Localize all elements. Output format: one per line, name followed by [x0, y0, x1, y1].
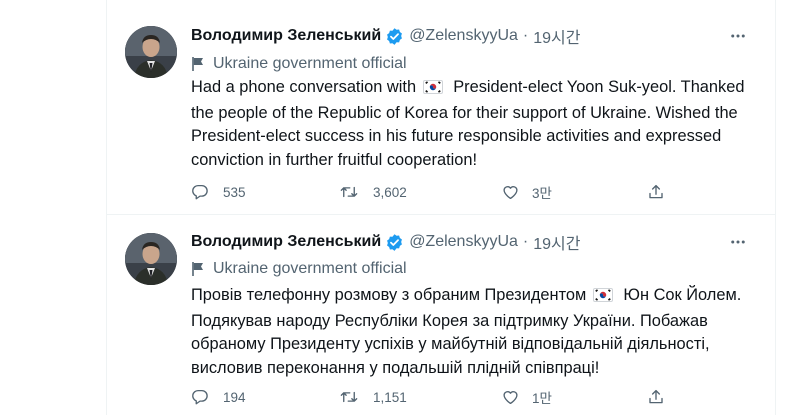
retweet-icon [339, 388, 359, 406]
tweet-text-part: Had a phone conversation with [191, 78, 417, 96]
tweet-header: Володимир Зеленський @ZelenskyyUa · 19시간 [191, 231, 580, 253]
verified-badge-icon [385, 27, 404, 46]
reply-button[interactable]: 535 [191, 181, 246, 203]
like-button[interactable]: 3만 [501, 181, 552, 203]
tweet-timestamp[interactable]: 19시간 [533, 230, 580, 254]
like-button[interactable]: 1만 [501, 386, 552, 408]
retweet-count: 1,151 [373, 389, 407, 405]
tweet-actions: 194 1,151 1만 [191, 386, 671, 408]
separator-dot: · [522, 233, 529, 250]
reply-icon [191, 183, 209, 201]
separator-dot: · [522, 27, 529, 44]
avatar[interactable] [125, 26, 177, 78]
tweet-text: Had a phone conversation with President-… [191, 76, 766, 172]
share-button[interactable] [647, 386, 665, 408]
flag-icon [191, 56, 205, 72]
retweet-button[interactable]: 1,151 [339, 386, 407, 408]
retweet-count: 3,602 [373, 184, 407, 200]
share-icon [647, 183, 665, 201]
heart-icon [501, 183, 520, 201]
reply-icon [191, 388, 209, 406]
tweet-actions: 535 3,602 3만 [191, 181, 671, 203]
reply-button[interactable]: 194 [191, 386, 246, 408]
more-options-icon[interactable] [723, 231, 753, 253]
tweet[interactable]: Володимир Зеленський @ZelenskyyUa · 19시간… [107, 0, 775, 215]
author-name[interactable]: Володимир Зеленський [191, 27, 381, 45]
reply-count: 194 [223, 389, 246, 405]
account-label-text: Ukraine government official [213, 260, 407, 277]
flag-icon [191, 261, 205, 277]
tweet-text-part: Провів телефонну розмову з обраним Прези… [191, 286, 587, 304]
government-account-label[interactable]: Ukraine government official [191, 53, 407, 75]
retweet-button[interactable]: 3,602 [339, 181, 407, 203]
tweet-text: Провів телефонну розмову з обраним Прези… [191, 284, 766, 380]
tweet-header: Володимир Зеленський @ZelenskyyUa · 19시간 [191, 25, 580, 47]
tweet-timestamp[interactable]: 19시간 [533, 24, 580, 48]
tweet[interactable]: Володимир Зеленський @ZelenskyyUa · 19시간… [107, 216, 775, 415]
author-handle[interactable]: @ZelenskyyUa [409, 27, 518, 45]
reply-count: 535 [223, 184, 246, 200]
author-handle[interactable]: @ZelenskyyUa [409, 233, 518, 251]
verified-badge-icon [385, 233, 404, 252]
heart-icon [501, 388, 520, 406]
timeline-right-border [775, 0, 776, 415]
author-name[interactable]: Володимир Зеленський [191, 233, 381, 251]
government-account-label[interactable]: Ukraine government official [191, 258, 407, 280]
south-korea-flag-icon [422, 78, 443, 102]
share-button[interactable] [647, 181, 665, 203]
avatar[interactable] [125, 233, 177, 285]
more-options-icon[interactable] [723, 25, 753, 47]
south-korea-flag-icon [592, 286, 613, 310]
retweet-icon [339, 183, 359, 201]
account-label-text: Ukraine government official [213, 55, 407, 72]
like-count: 1만 [532, 391, 552, 406]
like-count: 3만 [532, 186, 552, 201]
share-icon [647, 388, 665, 406]
